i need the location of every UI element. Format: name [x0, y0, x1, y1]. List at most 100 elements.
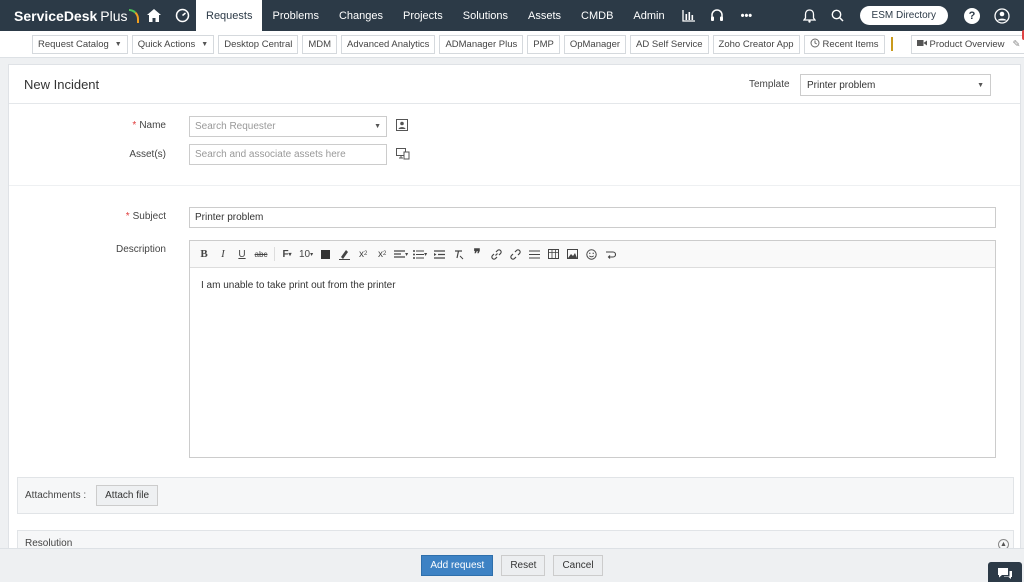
tab-solutions[interactable]: Solutions — [453, 0, 518, 31]
tab-cmdb[interactable]: CMDB — [571, 0, 623, 31]
esm-directory-button[interactable]: ESM Directory — [859, 6, 948, 25]
list-icon[interactable]: ▾ — [411, 244, 429, 264]
bold-icon[interactable]: B — [195, 244, 213, 264]
requester-placeholder: Search Requester — [195, 121, 276, 132]
user-settings-icon[interactable] — [988, 0, 1016, 31]
image-icon[interactable] — [563, 244, 581, 264]
toolbar-link-pmp[interactable]: PMP — [527, 34, 560, 54]
sticky-note-icon[interactable] — [890, 37, 893, 51]
chevron-down-icon: ▼ — [114, 40, 122, 48]
link-icon[interactable] — [487, 244, 505, 264]
video-icon — [916, 39, 927, 50]
product-overview-label: Product Overview — [929, 38, 1005, 50]
underline-icon[interactable]: U — [233, 244, 251, 264]
chat-icon[interactable] — [988, 562, 1022, 582]
toolbar-link-desktop-central[interactable]: Desktop Central — [218, 34, 299, 54]
template-value: Printer problem — [807, 79, 876, 91]
horizontal-rule-icon[interactable] — [525, 244, 543, 264]
template-label: Template — [749, 79, 790, 90]
description-text[interactable]: I am unable to take print out from the p… — [190, 268, 995, 303]
subject-input[interactable]: Printer problem — [189, 207, 996, 228]
template-select[interactable]: Printer problem ▼ — [800, 74, 991, 96]
description-label: Description — [115, 244, 166, 255]
chevron-down-icon: ▼ — [374, 123, 381, 130]
tab-assets[interactable]: Assets — [518, 0, 571, 31]
font-size-value: 10 — [299, 248, 311, 260]
headset-icon[interactable] — [703, 0, 731, 31]
subject-value: Printer problem — [195, 212, 264, 223]
requester-search-input[interactable]: Search Requester ▼ — [189, 116, 387, 137]
product-overview-button[interactable]: Product Overview ✎ 9 — [910, 29, 1024, 54]
italic-icon[interactable]: I — [214, 244, 232, 264]
toolbar-link-ad-self-service[interactable]: AD Self Service — [630, 34, 709, 54]
emoji-icon[interactable] — [582, 244, 600, 264]
request-catalog-dropdown[interactable]: Request Catalog ▼ — [32, 34, 128, 54]
subscript-icon[interactable]: x2 — [354, 244, 372, 264]
pencil-icon: ✎ — [1012, 38, 1021, 50]
indent-icon[interactable] — [430, 244, 448, 264]
table-icon[interactable] — [544, 244, 562, 264]
toolbar-link-zoho-creator-app[interactable]: Zoho Creator App — [712, 34, 800, 54]
blockquote-icon[interactable]: ❞ — [468, 244, 486, 264]
description-editor[interactable]: B I U abc F ▾ 10 ▾ x2 x2 ▾ ▾ ❞ I am unab… — [189, 240, 996, 458]
tab-changes[interactable]: Changes — [329, 0, 393, 31]
reset-button[interactable]: Reset — [501, 555, 546, 576]
assets-label: Asset(s) — [129, 149, 166, 160]
home-icon[interactable] — [140, 0, 168, 31]
chevron-down-icon: ▼ — [201, 40, 209, 48]
attachments-section: Attachments : Attach file — [17, 477, 1014, 514]
tab-requests[interactable]: Requests — [196, 0, 263, 31]
highlight-icon[interactable] — [335, 244, 353, 264]
recent-items-label: Recent Items — [822, 38, 879, 50]
tab-problems[interactable]: Problems — [262, 0, 328, 31]
tab-admin[interactable]: Admin — [623, 0, 674, 31]
help-icon[interactable]: ? — [964, 7, 980, 24]
new-incident-form: New Incident Template Printer problem ▼ … — [8, 64, 1021, 582]
toolbar-link-admanager-plus[interactable]: ADManager Plus — [439, 34, 524, 54]
strikethrough-icon[interactable]: abc — [252, 244, 270, 264]
unlink-icon[interactable] — [506, 244, 524, 264]
toolbar-link-mdm[interactable]: MDM — [302, 34, 338, 54]
form-footer: Add request Reset Cancel — [0, 548, 1024, 582]
secondary-toolbar: Request Catalog ▼ Quick Actions ▼ Deskto… — [0, 29, 1024, 58]
toolbar-link-opmanager[interactable]: OpManager — [563, 34, 627, 54]
servicedesk-logo[interactable]: ServiceDesk Plus — [0, 8, 140, 24]
asset-monitor-icon[interactable] — [396, 148, 410, 160]
name-label: * Name — [109, 120, 166, 131]
superscript-icon[interactable]: x2 — [373, 244, 391, 264]
logo-swirl-icon — [128, 8, 139, 23]
notification-bell-icon[interactable] — [796, 0, 824, 31]
clear-format-icon[interactable] — [449, 244, 467, 264]
cancel-button[interactable]: Cancel — [553, 555, 603, 576]
subject-label: * Subject — [109, 211, 166, 222]
text-color-icon[interactable] — [316, 244, 334, 264]
dashboard-gauge-icon[interactable] — [168, 0, 196, 31]
attachments-label: Attachments : — [25, 490, 87, 501]
assets-search-input[interactable]: Search and associate assets here — [189, 144, 387, 165]
font-family-icon[interactable]: F ▾ — [278, 244, 296, 264]
recent-items-button[interactable]: Recent Items — [803, 34, 885, 54]
search-icon[interactable] — [824, 0, 852, 31]
remove-format-icon[interactable] — [601, 244, 619, 264]
add-request-button[interactable]: Add request — [421, 555, 494, 576]
toolbar-separator — [274, 247, 275, 261]
brand-name: ServiceDesk — [14, 7, 98, 24]
align-icon[interactable]: ▾ — [392, 244, 410, 264]
subject-label-text: Subject — [132, 211, 166, 222]
font-size-select[interactable]: 10 ▾ — [297, 244, 315, 264]
reports-chart-icon[interactable] — [675, 0, 703, 31]
toolbar-link-advanced-analytics[interactable]: Advanced Analytics — [341, 34, 436, 54]
name-label-text: Name — [139, 120, 166, 131]
quick-actions-dropdown[interactable]: Quick Actions ▼ — [131, 34, 215, 54]
top-navigation-bar: ServiceDesk Plus Requests Problems Chang… — [0, 0, 1024, 31]
section-divider — [9, 185, 1020, 186]
requester-contact-icon[interactable] — [396, 119, 408, 131]
editor-toolbar: B I U abc F ▾ 10 ▾ x2 x2 ▾ ▾ ❞ — [190, 241, 995, 268]
assets-placeholder: Search and associate assets here — [195, 149, 346, 160]
attach-file-button[interactable]: Attach file — [96, 485, 159, 506]
quick-actions-label: Quick Actions — [137, 38, 196, 50]
required-marker: * — [132, 120, 137, 131]
tab-projects[interactable]: Projects — [393, 0, 453, 31]
more-menu-icon[interactable]: ••• — [731, 0, 763, 31]
request-catalog-label: Request Catalog — [38, 38, 109, 50]
